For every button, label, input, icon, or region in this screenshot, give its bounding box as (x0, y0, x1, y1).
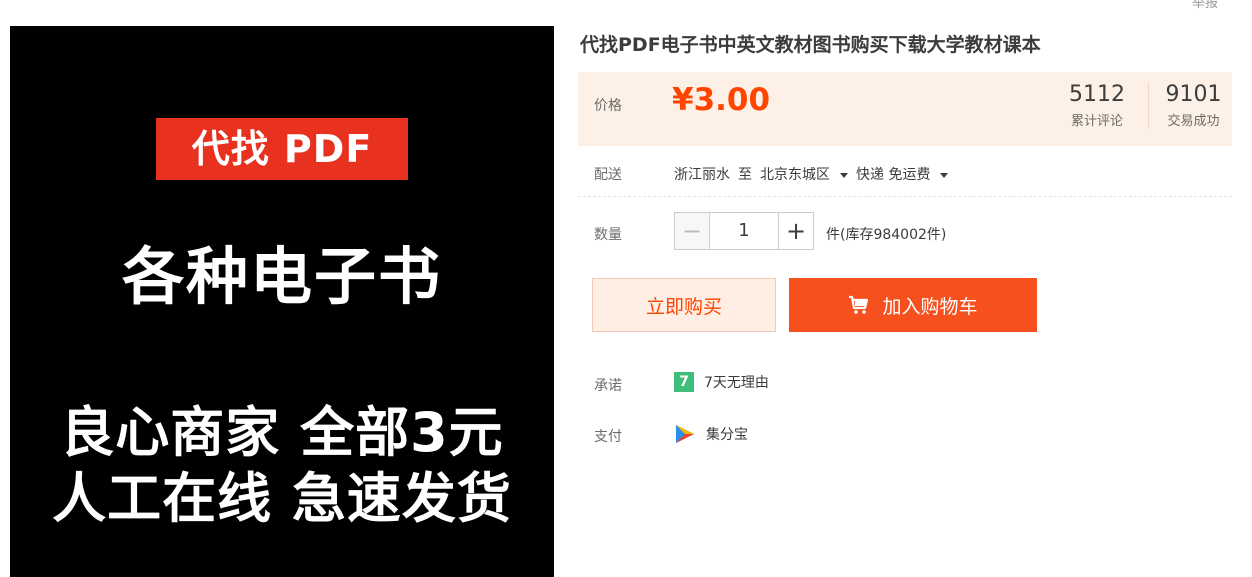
shipping-label: 配送 (594, 167, 622, 183)
shipping-destination-select[interactable]: 北京东城区 (760, 167, 848, 183)
shopping-cart-icon (849, 295, 869, 314)
comments-stat[interactable]: 5112 累计评论 (1060, 82, 1134, 129)
image-line-3: 人工在线 急速发货 (52, 467, 512, 530)
promise-text: 7天无理由 (704, 375, 769, 391)
payment-text: 集分宝 (706, 427, 748, 443)
trades-label: 交易成功 (1167, 114, 1220, 129)
price-box: 价格 ¥3.00 5112 累计评论 9101 交易成功 (578, 72, 1232, 146)
buy-now-label: 立即购买 (645, 295, 722, 318)
increase-quantity-button[interactable]: + (778, 212, 814, 250)
payment-item[interactable]: 集分宝 (674, 423, 748, 445)
payment-label: 支付 (594, 429, 622, 445)
chevron-down-icon (940, 172, 949, 178)
chevron-down-icon (840, 172, 848, 178)
stock-info: 件(库存984002件) (826, 227, 947, 243)
seven-day-icon: 7 (674, 372, 694, 392)
shipping-from: 浙江丽水 (674, 167, 730, 183)
comments-count: 5112 (1069, 82, 1125, 107)
shipping-to-word: 至 (738, 167, 752, 183)
add-to-cart-label: 加入购物车 (882, 295, 978, 318)
quantity-input[interactable]: 1 (710, 212, 778, 250)
report-link[interactable]: 举报 (1192, 0, 1218, 11)
comments-label: 累计评论 (1070, 114, 1123, 129)
add-to-cart-button[interactable]: 加入购物车 (789, 278, 1037, 332)
promise-label: 承诺 (594, 378, 622, 394)
shipping-info: 浙江丽水至北京东城区 快递 免运费 (674, 164, 956, 184)
shipping-method: 快递 免运费 (856, 167, 931, 183)
quantity-label: 数量 (594, 227, 622, 243)
price-label: 价格 (594, 98, 622, 114)
shipping-method-select[interactable]: 快递 免运费 (856, 167, 949, 183)
buy-now-button[interactable]: 立即购买 (592, 278, 776, 332)
image-banner-text: 代找 PDF (156, 118, 408, 180)
trades-stat: 9101 交易成功 (1148, 82, 1232, 129)
product-title: 代找PDF电子书中英文教材图书购买下载大学教材课本 (580, 34, 1041, 56)
decrease-quantity-button[interactable]: − (674, 212, 710, 250)
trades-count: 9101 (1165, 82, 1222, 107)
promise-item[interactable]: 7 7天无理由 (674, 372, 769, 392)
shipping-destination: 北京东城区 (760, 167, 830, 183)
product-image[interactable]: 代找 PDF 各种电子书 良心商家 全部3元 人工在线 急速发货 (10, 26, 554, 577)
quantity-stepper: − 1 + (674, 212, 814, 250)
image-line-1: 各种电子书 (121, 240, 442, 313)
jifenbao-icon (676, 425, 694, 443)
price-value: ¥3.00 (672, 82, 771, 118)
divider (578, 196, 1232, 197)
